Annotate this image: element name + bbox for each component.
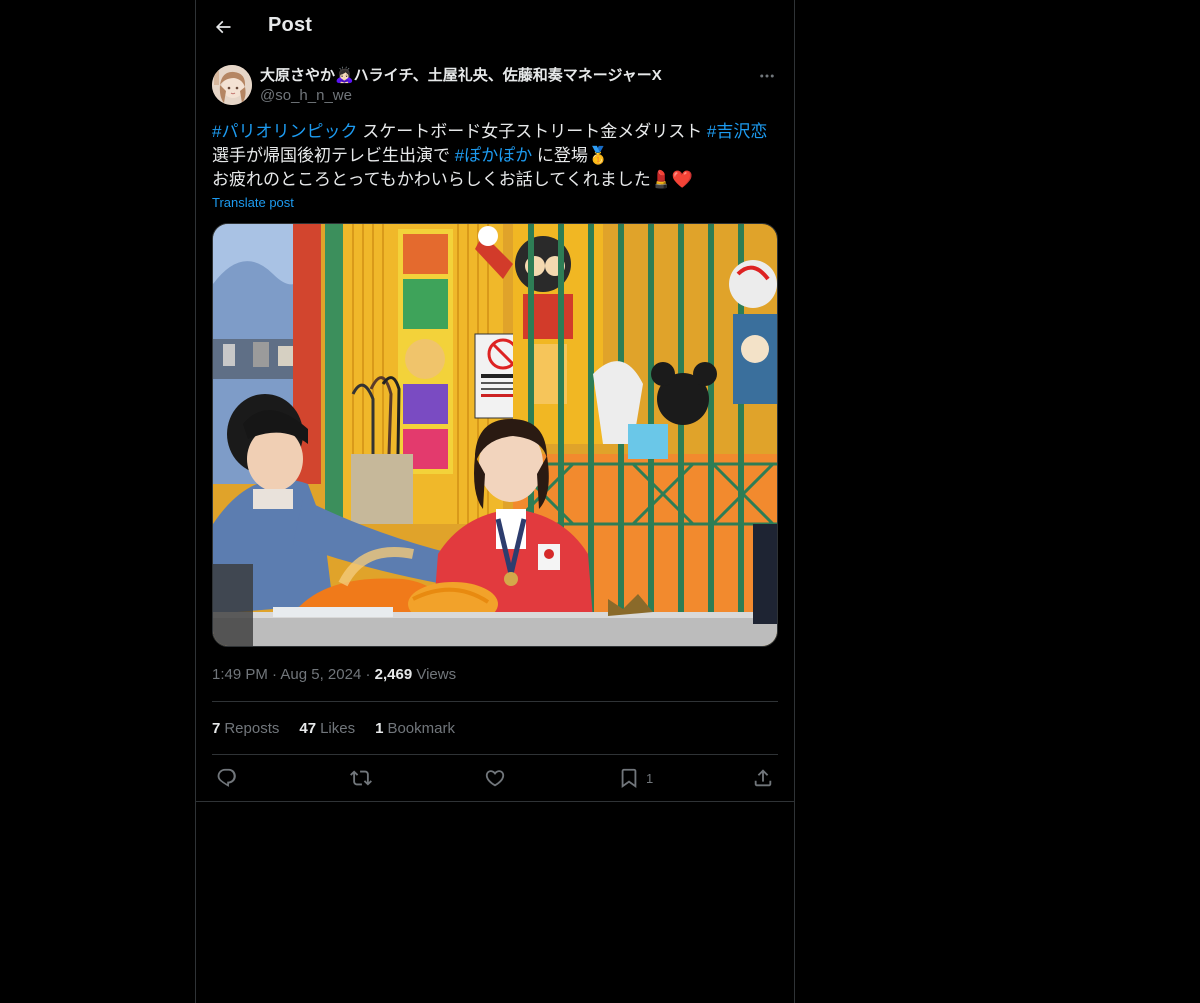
bookmarks-label: Bookmark (387, 720, 455, 737)
likes-label: Likes (320, 720, 356, 737)
back-button[interactable] (206, 10, 240, 44)
post-text-segment: 選手が帰国後初テレビ生出演で (212, 146, 455, 165)
repost-icon (350, 770, 372, 786)
action-bar: 1 (212, 763, 778, 793)
avatar[interactable] (212, 65, 252, 105)
reposts-stat[interactable]: 7 Reposts (212, 720, 279, 737)
reposts-label: Reposts (224, 720, 280, 737)
post-text-segment: に登場🥇 (532, 146, 610, 165)
bookmarks-count: 1 (375, 720, 384, 737)
hashtag-link[interactable]: #パリオリンピック (212, 122, 357, 141)
page-title: Post (268, 14, 313, 36)
author-handle[interactable]: @so_h_n_we (260, 86, 740, 106)
post-bottom-border (196, 801, 794, 802)
views-count: 2,469 (374, 666, 413, 683)
avatar-illustration (212, 65, 252, 105)
reply-button[interactable] (216, 763, 238, 793)
tv-studio-photo (213, 224, 777, 646)
bookmark-button[interactable]: 1 (618, 763, 653, 793)
meta-separator: · (365, 666, 375, 683)
divider (212, 701, 778, 702)
reply-icon (217, 768, 236, 787)
post-stats: 7 Reposts 47 Likes 1 Bookmark (212, 720, 455, 737)
reposts-count: 7 (212, 720, 221, 737)
likes-stat[interactable]: 47 Likes (299, 720, 355, 737)
arrow-left-icon (215, 20, 231, 34)
likes-count: 47 (299, 720, 317, 737)
hashtag-link[interactable]: #ぽかぽか (455, 146, 532, 165)
divider (212, 754, 778, 755)
hashtag-link[interactable]: #吉沢恋 (707, 122, 767, 141)
like-button[interactable] (484, 763, 506, 793)
bookmarks-stat[interactable]: 1 Bookmark (375, 720, 455, 737)
post-text: #パリオリンピック スケートボード女子ストリート金メダリスト #吉沢恋 選手が帰… (212, 120, 778, 192)
views-label: Views (416, 666, 457, 683)
author-display-name[interactable]: 大原さやか🙇🏻‍♀️ハライチ、土屋礼央、佐藤和奏マネージャーX (260, 66, 740, 86)
repost-button[interactable] (350, 763, 372, 793)
post-text-line-1: #パリオリンピック スケートボード女子ストリート金メダリスト #吉沢恋 (212, 120, 778, 144)
more-options-button[interactable] (756, 65, 778, 87)
post-date[interactable]: Aug 5, 2024 (280, 666, 361, 683)
top-bar: Post (196, 0, 794, 53)
post-text-line-2: 選手が帰国後初テレビ生出演で #ぽかぽか に登場🥇 (212, 144, 778, 168)
post-media-image[interactable] (212, 223, 778, 647)
bookmark-icon (621, 768, 637, 789)
post-text-segment: スケートボード女子ストリート金メダリスト (357, 122, 707, 141)
heart-icon (485, 770, 505, 787)
author-block: 大原さやか🙇🏻‍♀️ハライチ、土屋礼央、佐藤和奏マネージャーX @so_h_n_… (260, 66, 740, 106)
more-horizontal-icon (760, 74, 774, 78)
share-icon (754, 769, 772, 787)
post-meta: 1:49 PM · Aug 5, 2024 · 2,469 Views (212, 666, 456, 683)
translate-post-link[interactable]: Translate post (212, 195, 294, 210)
bookmark-count: 1 (646, 770, 654, 786)
main-column: Post 大原さやか🙇🏻‍♀️ハライチ、土屋礼央、佐藤和奏マネージャーX @so… (195, 0, 795, 1003)
share-button[interactable] (752, 763, 774, 793)
post-time[interactable]: 1:49 PM (212, 666, 268, 683)
post-text-line-3: お疲れのところとってもかわいらしくお話してくれました💄❤️ (212, 170, 694, 189)
